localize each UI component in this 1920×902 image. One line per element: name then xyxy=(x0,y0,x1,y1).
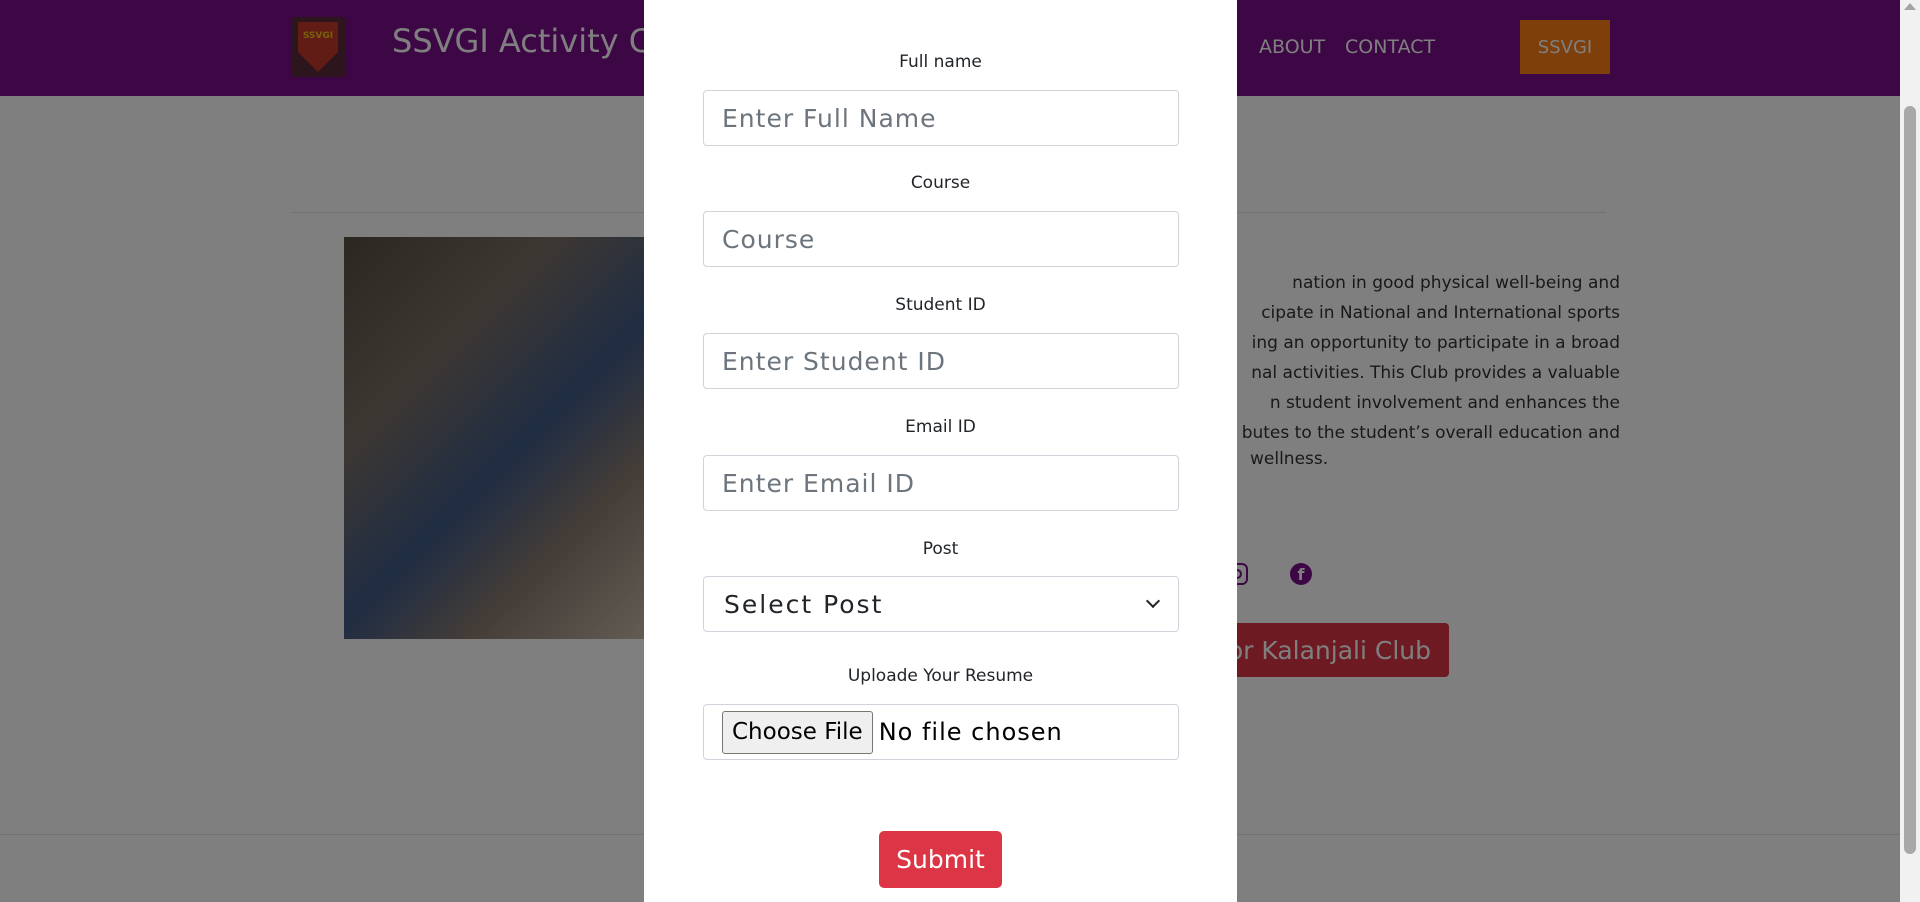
post-label: Post xyxy=(922,539,959,559)
chevron-down-icon xyxy=(1145,593,1161,609)
full-name-input[interactable] xyxy=(703,90,1179,146)
full-name-label: Full name xyxy=(899,52,982,72)
course-input[interactable] xyxy=(703,211,1179,267)
scroll-up-arrow-icon[interactable] xyxy=(1904,3,1916,10)
student-id-input[interactable] xyxy=(703,333,1179,389)
post-select-value: Select Post xyxy=(724,589,884,619)
email-id-label: Email ID xyxy=(905,417,976,437)
student-id-label: Student ID xyxy=(895,295,986,315)
course-label: Course xyxy=(910,173,971,193)
post-select[interactable]: Select Post xyxy=(703,576,1179,632)
resume-label: Uploade Your Resume xyxy=(847,666,1034,686)
application-modal: Full name Course Student ID Email ID Pos… xyxy=(644,0,1237,902)
file-status-text: No file chosen xyxy=(878,718,1063,746)
submit-button[interactable]: Submit xyxy=(879,831,1002,888)
scrollbar-thumb[interactable] xyxy=(1904,106,1916,854)
resume-file-input[interactable]: Choose File No file chosen xyxy=(703,704,1179,760)
choose-file-button[interactable]: Choose File xyxy=(722,710,873,754)
email-id-input[interactable] xyxy=(703,455,1179,511)
